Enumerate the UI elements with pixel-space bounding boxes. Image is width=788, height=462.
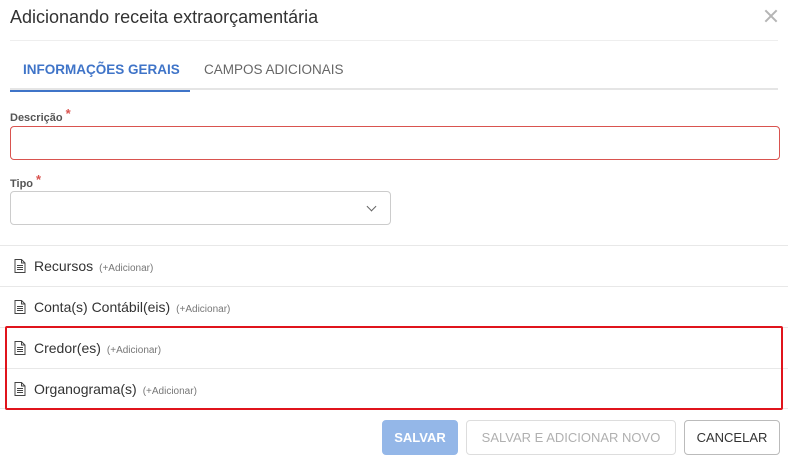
modal-title: Adicionando receita extraorçamentária xyxy=(10,7,319,27)
tipo-label-text: Tipo xyxy=(10,178,34,190)
required-mark: * xyxy=(36,172,42,187)
tab-informacoes-gerais[interactable]: INFORMAÇÕES GERAIS xyxy=(10,52,190,92)
section-title-text: Conta(s) Contábil(eis) xyxy=(34,299,171,315)
header-divider xyxy=(10,40,778,41)
add-credor-link[interactable]: (+Adicionar) xyxy=(107,345,161,356)
tipo-label: Tipo * xyxy=(10,172,42,190)
tab-bar: INFORMAÇÕES GERAIS CAMPOS ADICIONAIS xyxy=(10,52,778,92)
document-icon xyxy=(14,300,26,314)
tab-campos-adicionais[interactable]: CAMPOS ADICIONAIS xyxy=(191,52,357,90)
section-contas-contabeis: Conta(s) Contábil(eis) (+Adicionar) xyxy=(0,286,788,327)
descricao-input[interactable] xyxy=(10,126,780,160)
section-title-text: Credor(es) xyxy=(34,340,101,356)
section-title: Recursos (+Adicionar) xyxy=(34,258,153,274)
section-title: Credor(es) (+Adicionar) xyxy=(34,340,161,356)
descricao-label-text: Descrição xyxy=(10,112,63,124)
document-icon xyxy=(14,341,26,355)
section-title-text: Organograma(s) xyxy=(34,381,137,397)
section-credores: Credor(es) (+Adicionar) xyxy=(0,327,788,368)
section-title-text: Recursos xyxy=(34,258,94,274)
close-icon[interactable] xyxy=(764,9,778,23)
descricao-label: Descrição * xyxy=(10,106,71,124)
document-icon xyxy=(14,382,26,396)
section-title: Organograma(s) (+Adicionar) xyxy=(34,381,197,397)
section-recursos: Recursos (+Adicionar) xyxy=(0,245,788,286)
section-title: Conta(s) Contábil(eis) (+Adicionar) xyxy=(34,299,230,315)
add-organograma-link[interactable]: (+Adicionar) xyxy=(143,386,197,397)
chevron-down-icon xyxy=(366,201,377,212)
document-icon xyxy=(14,259,26,273)
save-and-add-new-button[interactable]: SALVAR E ADICIONAR NOVO xyxy=(466,420,676,455)
add-conta-contabil-link[interactable]: (+Adicionar) xyxy=(176,304,230,315)
cancel-button[interactable]: CANCELAR xyxy=(684,420,780,455)
required-mark: * xyxy=(65,106,71,121)
tipo-select[interactable] xyxy=(10,191,391,225)
save-button[interactable]: SALVAR xyxy=(382,420,458,455)
add-recursos-link[interactable]: (+Adicionar) xyxy=(99,263,153,274)
section-organogramas: Organograma(s) (+Adicionar) xyxy=(0,368,788,409)
